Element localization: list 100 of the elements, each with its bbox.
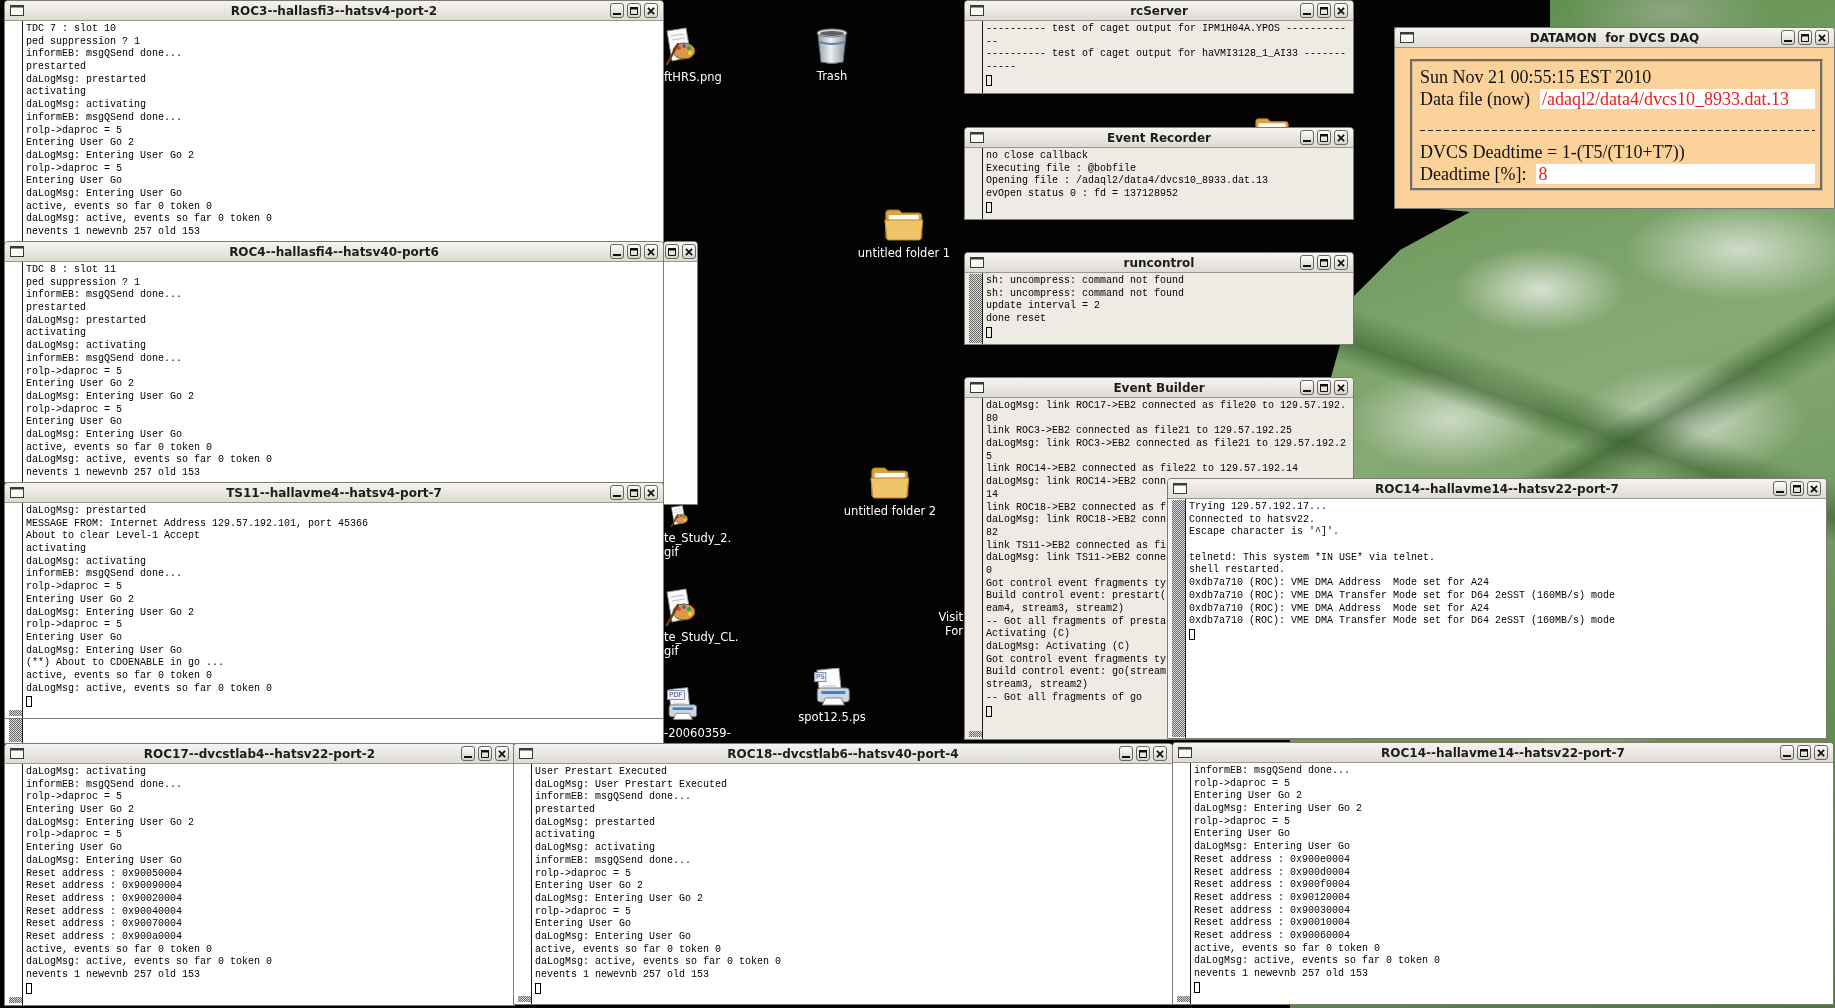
readout-field: /adaql2/data4/dvcs10_8933.dat.13 bbox=[1539, 89, 1815, 109]
maximize-button[interactable] bbox=[1317, 130, 1331, 145]
minimize-button[interactable] bbox=[1300, 3, 1314, 18]
file-name[interactable]: untitled folder 1 bbox=[857, 246, 951, 260]
terminal-line: daLogMsg: activating bbox=[535, 842, 656, 855]
close-button[interactable] bbox=[1807, 481, 1821, 496]
file-name[interactable]: gif bbox=[664, 644, 679, 658]
palette-document-icon[interactable] bbox=[664, 26, 696, 66]
maximize-button[interactable] bbox=[1136, 746, 1150, 761]
terminal-line: informEB: msgQSend done... bbox=[26, 48, 183, 61]
close-button[interactable] bbox=[1334, 380, 1348, 395]
close-button[interactable] bbox=[682, 244, 696, 259]
maximize-icon bbox=[1320, 133, 1328, 142]
scrollbar-thumb[interactable] bbox=[969, 274, 982, 343]
minimize-button[interactable] bbox=[1119, 746, 1133, 761]
terminal-line: daLogMsg: Entering User Go bbox=[26, 187, 183, 201]
scrollbar-thumb[interactable] bbox=[969, 731, 982, 737]
close-button[interactable] bbox=[644, 244, 658, 259]
scrollbar-thumb[interactable] bbox=[9, 710, 22, 716]
terminal-line: eam4, stream3, stream2) bbox=[986, 603, 1125, 616]
terminal-line: Entering User Go 2 bbox=[26, 378, 135, 391]
scrollbar-thumb[interactable] bbox=[1172, 500, 1185, 737]
terminal-line: ---------- test of caget output for haVMI3128_1_AI33 ------- bbox=[986, 48, 1347, 62]
close-icon bbox=[1337, 6, 1345, 15]
close-button[interactable] bbox=[644, 3, 658, 18]
scrollbar-thumb[interactable] bbox=[9, 718, 22, 742]
window-menu-icon[interactable] bbox=[970, 257, 984, 268]
window-menu-icon[interactable] bbox=[970, 382, 984, 393]
window-menu-icon[interactable] bbox=[970, 5, 984, 16]
terminal-line: -- bbox=[986, 35, 998, 49]
minimize-icon bbox=[1303, 389, 1311, 392]
folder-icon[interactable] bbox=[884, 206, 924, 242]
file-name[interactable]: te_Study_CL. bbox=[664, 630, 739, 644]
minimize-button[interactable] bbox=[1300, 255, 1314, 270]
minimize-button[interactable] bbox=[610, 3, 624, 18]
scrollbar-thumb[interactable] bbox=[1177, 996, 1190, 1002]
terminal-line: Reset address : 0x90020004 bbox=[26, 892, 183, 906]
window-menu-icon[interactable] bbox=[10, 748, 24, 759]
window-menu-icon[interactable] bbox=[10, 246, 24, 257]
palette-document-icon[interactable] bbox=[664, 588, 696, 626]
close-button[interactable] bbox=[644, 485, 658, 500]
maximize-button[interactable] bbox=[1798, 30, 1812, 45]
maximize-button[interactable] bbox=[627, 485, 641, 500]
file-name[interactable]: Visit bbox=[938, 610, 963, 624]
window-menu-icon[interactable] bbox=[10, 5, 24, 16]
folder-icon[interactable] bbox=[870, 464, 910, 500]
close-button[interactable] bbox=[1334, 255, 1348, 270]
scrollbar-thumb[interactable] bbox=[9, 997, 22, 1003]
window-menu-icon[interactable] bbox=[1173, 483, 1187, 494]
close-button[interactable] bbox=[1153, 746, 1167, 761]
minimize-button[interactable] bbox=[610, 485, 624, 500]
terminal-line: active, events so far 0 token 0 bbox=[26, 669, 213, 683]
minimize-button[interactable] bbox=[461, 746, 475, 761]
terminal-line: daLogMsg: Entering User Go bbox=[535, 930, 692, 944]
file-name[interactable]: For bbox=[945, 624, 963, 638]
scrollbar-thumb[interactable] bbox=[518, 996, 531, 1002]
terminal-line: Opening file : /adaql2/data4/dvcs10_8933.dat.13 bbox=[986, 175, 1269, 188]
maximize-button[interactable] bbox=[1317, 380, 1331, 395]
minimize-button[interactable] bbox=[1780, 745, 1794, 760]
close-button[interactable] bbox=[495, 746, 509, 761]
trash-icon[interactable] bbox=[815, 27, 849, 65]
terminal-line: Reset address : 0x900f0004 bbox=[1194, 879, 1351, 892]
file-name[interactable]: te_Study_2. bbox=[664, 531, 732, 545]
maximize-button[interactable] bbox=[1317, 255, 1331, 270]
minimize-button[interactable] bbox=[610, 244, 624, 259]
close-button[interactable] bbox=[1814, 745, 1828, 760]
window-menu-icon[interactable] bbox=[1178, 747, 1192, 758]
file-name[interactable]: gif bbox=[664, 545, 679, 559]
terminal-line: daLogMsg: link ROC18->EB2 conn bbox=[986, 514, 1167, 527]
file-name[interactable]: spot12.5.ps bbox=[798, 710, 866, 724]
minimize-button[interactable] bbox=[1300, 380, 1314, 395]
maximize-button[interactable] bbox=[1317, 3, 1331, 18]
terminal-line: Executing file : @bobfile bbox=[986, 162, 1137, 175]
terminal-line: Got control event fragments ty bbox=[986, 653, 1167, 666]
maximize-button[interactable] bbox=[627, 3, 641, 18]
minimize-button[interactable] bbox=[1781, 30, 1795, 45]
window-title: TS11--hallavme4--hatsv4-port-7 bbox=[226, 484, 442, 501]
maximize-button[interactable] bbox=[478, 746, 492, 761]
maximize-button[interactable] bbox=[665, 244, 679, 259]
close-button[interactable] bbox=[1334, 3, 1348, 18]
minimize-icon bbox=[1122, 755, 1130, 758]
maximize-button[interactable] bbox=[1790, 481, 1804, 496]
terminal-line: 0 bbox=[986, 564, 992, 578]
terminal-line: Entering User Go bbox=[26, 631, 122, 645]
file-name[interactable]: ftHRS.png bbox=[664, 70, 722, 84]
window-menu-icon[interactable] bbox=[970, 132, 984, 143]
file-name[interactable]: -20060359- bbox=[664, 726, 731, 740]
window-menu-icon[interactable] bbox=[10, 487, 24, 498]
minimize-button[interactable] bbox=[1300, 130, 1314, 145]
maximize-button[interactable] bbox=[1797, 745, 1811, 760]
file-name[interactable]: untitled folder 2 bbox=[843, 504, 937, 518]
close-button[interactable] bbox=[1815, 30, 1829, 45]
minimize-button[interactable] bbox=[1773, 481, 1787, 496]
terminal-line: daLogMsg: active, events so far 0 token 0 bbox=[1194, 955, 1441, 968]
file-name[interactable]: Trash bbox=[816, 69, 848, 83]
terminal-line: daLogMsg: link ROC14->EB2 conn bbox=[986, 476, 1167, 489]
close-button[interactable] bbox=[1334, 130, 1348, 145]
window-menu-icon[interactable] bbox=[1400, 32, 1414, 43]
maximize-button[interactable] bbox=[627, 244, 641, 259]
window-menu-icon[interactable] bbox=[519, 748, 533, 759]
